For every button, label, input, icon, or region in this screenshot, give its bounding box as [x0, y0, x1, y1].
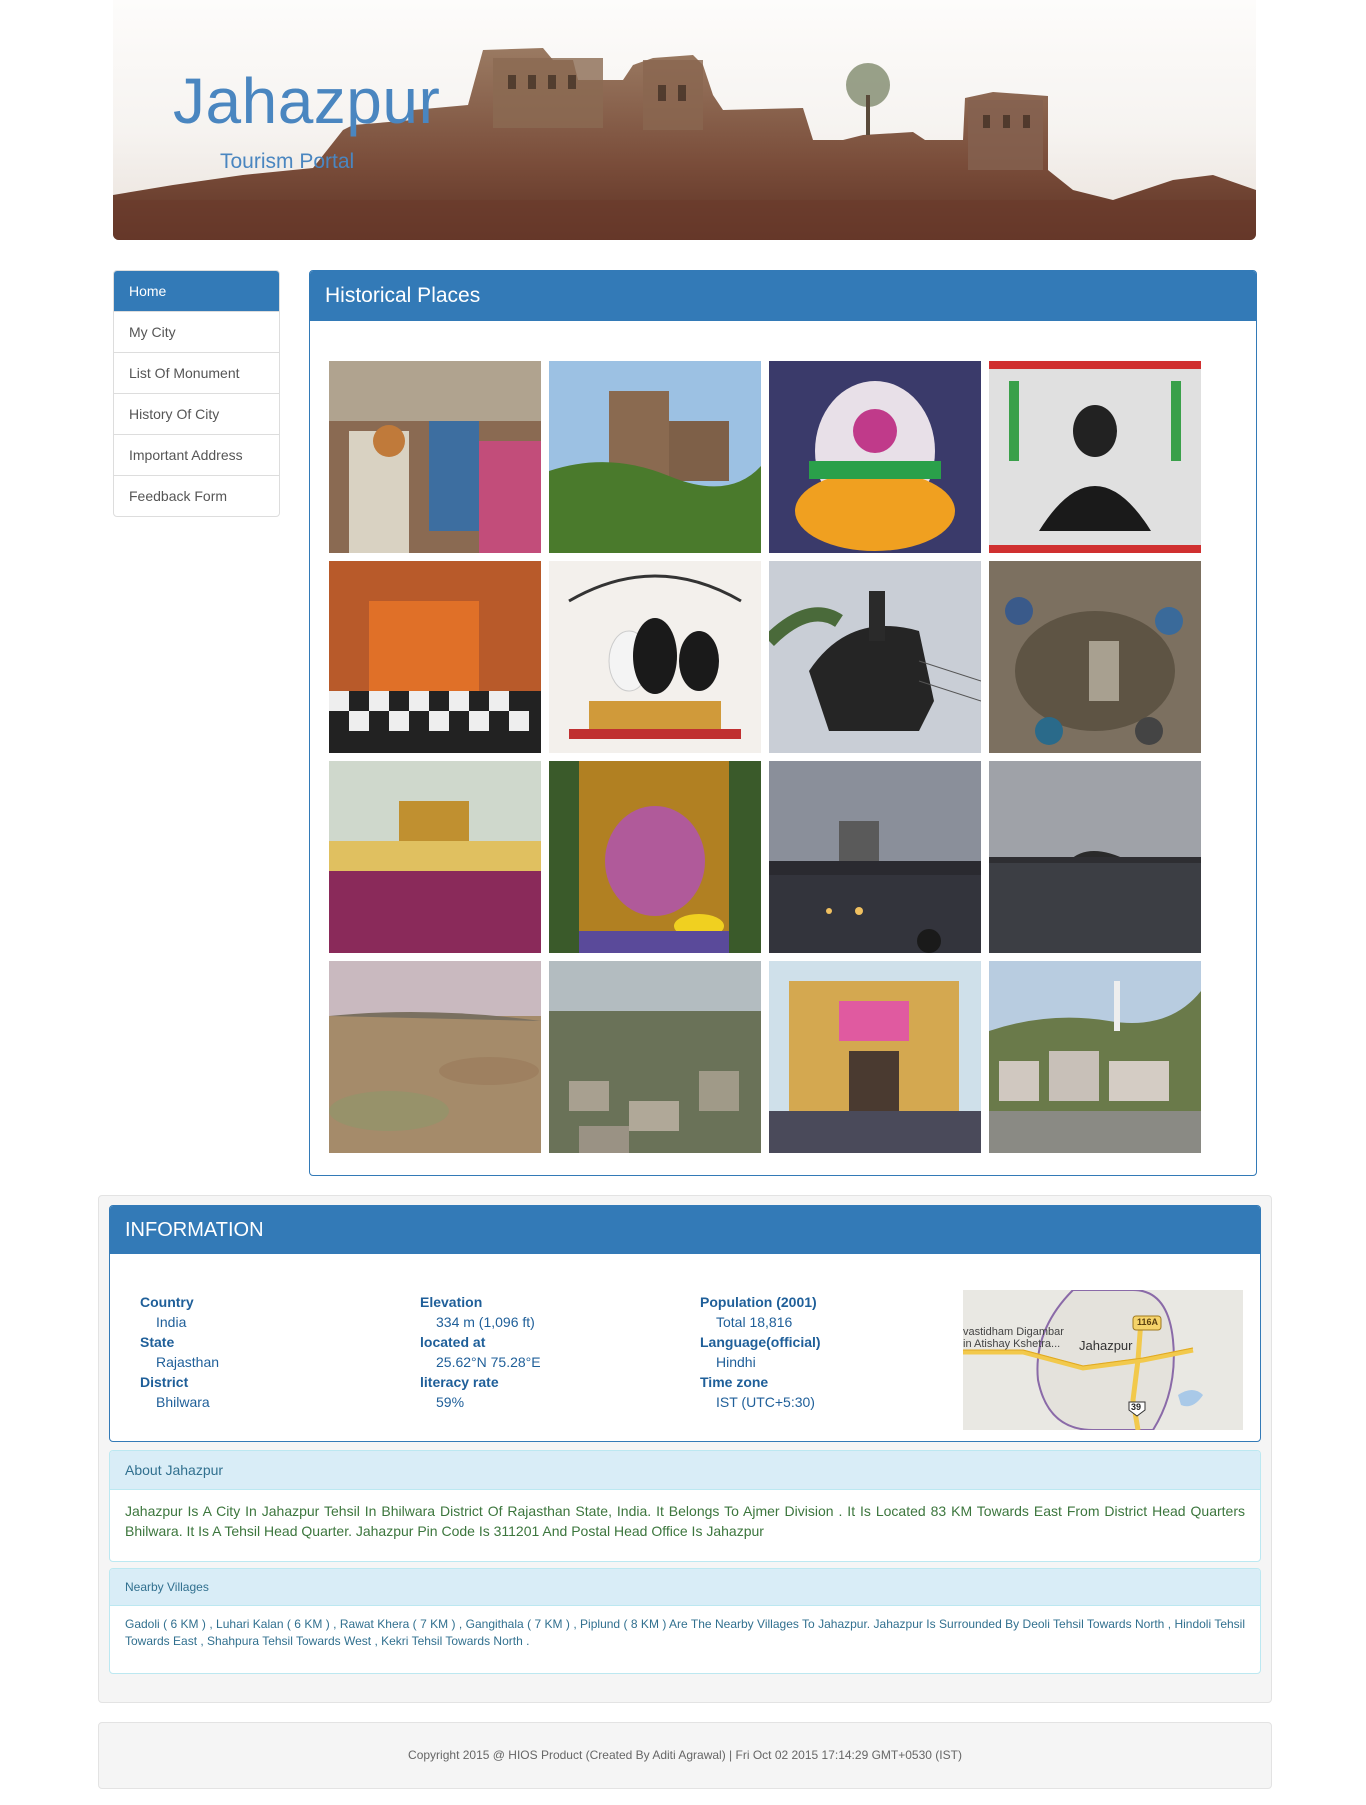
gallery-photo-temple-shrine[interactable] [329, 561, 541, 753]
gallery-photo-city-gate[interactable] [769, 961, 981, 1153]
gallery-photo-ganesha-shrine[interactable] [549, 761, 761, 953]
historical-places-panel: Historical Places [309, 270, 1257, 1176]
site-title: Jahazpur [173, 65, 441, 137]
information-heading: INFORMATION [110, 1206, 1260, 1254]
about-heading: About Jahazpur [110, 1451, 1260, 1490]
nav-item-feedback-form[interactable]: Feedback Form [114, 475, 279, 516]
value-country: India [156, 1314, 187, 1330]
gallery-photo-market-crowd[interactable] [329, 361, 541, 553]
map-town-label: Jahazpur [1079, 1338, 1133, 1353]
value-located-at: 25.62°N 75.28°E [436, 1354, 541, 1370]
footer: Copyright 2015 @ HIOS Product (Created B… [98, 1722, 1272, 1789]
info-column-1: Country India State Rajasthan District B… [140, 1292, 219, 1412]
gallery-photo-ganesha-idol[interactable] [769, 361, 981, 553]
gallery-photo-jain-temple-idols[interactable] [549, 561, 761, 753]
info-column-3: Population (2001) Total 18,816 Language(… [700, 1292, 821, 1412]
nearby-villages-panel: Nearby Villages Gadoli ( 6 KM ) , Luhari… [109, 1568, 1261, 1674]
map-graphic [963, 1290, 1243, 1430]
value-state: Rajasthan [156, 1354, 220, 1370]
info-column-2: Elevation 334 m (1,096 ft) located at 25… [420, 1292, 541, 1412]
gallery-photo-jain-idol[interactable] [989, 361, 1201, 553]
historical-places-heading: Historical Places [310, 271, 1256, 321]
label-state: State [140, 1334, 175, 1350]
about-panel: About Jahazpur Jahazpur Is A City In Jah… [109, 1450, 1261, 1562]
gallery-photo-landscape[interactable] [329, 961, 541, 1153]
value-time-zone: IST (UTC+5:30) [716, 1394, 815, 1410]
label-district: District [140, 1374, 189, 1390]
nav-item-history-of-city[interactable]: History Of City [114, 393, 279, 434]
info-wrapper: INFORMATION Country India State Rajastha… [98, 1195, 1272, 1703]
label-country: Country [140, 1294, 194, 1310]
header-banner: Jahazpur Tourism Portal [113, 0, 1256, 240]
nav-item-list-of-monument[interactable]: List Of Monument [114, 352, 279, 393]
gallery-photo-decorated-altar[interactable] [329, 761, 541, 953]
information-panel: INFORMATION Country India State Rajastha… [109, 1205, 1261, 1442]
nav-item-home[interactable]: Home [114, 271, 279, 311]
map-place-label-2: in Atishay Kshetra... [963, 1338, 1061, 1350]
value-population: Total 18,816 [716, 1314, 793, 1330]
gallery-photo-fort-hill[interactable] [549, 361, 761, 553]
gallery-photo-horse-statue[interactable] [769, 561, 981, 753]
gallery-photo-excavation[interactable] [989, 561, 1201, 753]
site-subtitle: Tourism Portal [220, 150, 355, 173]
label-literacy-rate: literacy rate [420, 1374, 499, 1390]
nearby-villages-heading: Nearby Villages [110, 1569, 1260, 1606]
map-place-label-1: vastidham Digambar [963, 1326, 1064, 1338]
location-map[interactable]: vastidham Digambar in Atishay Kshetra...… [963, 1290, 1243, 1430]
value-district: Bhilwara [156, 1394, 210, 1410]
label-time-zone: Time zone [700, 1374, 769, 1390]
label-located-at: located at [420, 1334, 486, 1350]
nav-item-my-city[interactable]: My City [114, 311, 279, 352]
sidebar-nav: Home My City List Of Monument History Of… [113, 270, 280, 517]
gallery-photo-town-aerial[interactable] [549, 961, 761, 1153]
map-highway-shield-top: 116A [1137, 1317, 1159, 1327]
label-population: Population (2001) [700, 1294, 817, 1310]
value-elevation: 334 m (1,096 ft) [436, 1314, 535, 1330]
about-text: Jahazpur Is A City In Jahazpur Tehsil In… [125, 1503, 1245, 1539]
map-highway-shield-bottom: 39 [1131, 1402, 1142, 1412]
value-literacy-rate: 59% [436, 1394, 465, 1410]
label-language: Language(official) [700, 1334, 821, 1350]
nav-item-important-address[interactable]: Important Address [114, 434, 279, 475]
gallery-photo-town-view[interactable] [989, 961, 1201, 1153]
gallery-photo-lake-evening[interactable] [989, 761, 1201, 953]
label-elevation: Elevation [420, 1294, 483, 1310]
footer-copyright: Copyright 2015 @ HIOS Product (Created B… [408, 1748, 962, 1762]
nearby-villages-text: Gadoli ( 6 KM ) , Luhari Kalan ( 6 KM ) … [125, 1617, 1245, 1648]
gallery-photo-temple-lake-dusk[interactable] [769, 761, 981, 953]
value-language: Hindhi [716, 1354, 756, 1370]
